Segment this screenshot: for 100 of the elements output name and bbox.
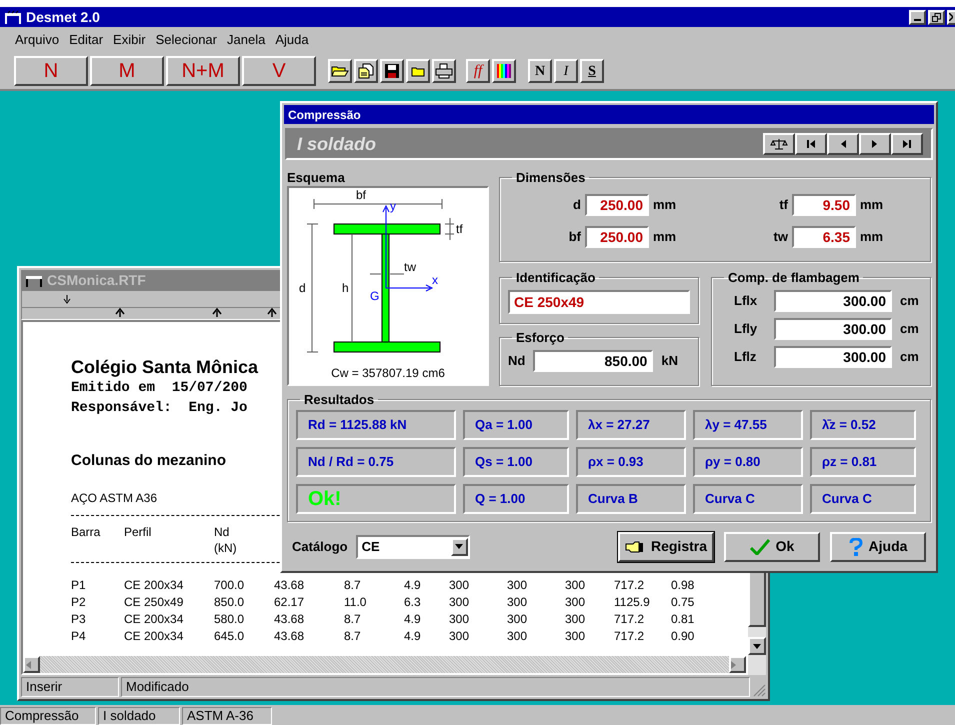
document-heading: Colégio Santa Mônica <box>71 356 258 378</box>
table-cell-text: 4.9 <box>404 610 422 628</box>
dialog-button[interactable]: Registra <box>618 532 714 562</box>
unit-label: mm <box>860 196 884 214</box>
font-button[interactable]: ff <box>466 59 490 83</box>
dimension-label: d <box>573 196 581 214</box>
menu-item[interactable]: Ajuda <box>275 30 309 50</box>
mode-button[interactable]: N+M <box>166 56 240 86</box>
result-value: Qs = 1.00 <box>463 446 569 476</box>
profile-name: I soldado <box>297 132 376 156</box>
table-cell-text: 43.68 <box>274 610 306 628</box>
left-arrow-icon <box>25 660 31 668</box>
status-panel: Inserir <box>21 677 119 697</box>
value-field[interactable]: 300.00 <box>774 346 892 368</box>
value-field[interactable]: 300.00 <box>774 318 892 340</box>
table-cell-text: 43.68 <box>274 628 306 644</box>
group-title: Resultados <box>303 391 376 409</box>
table-cell-text: 8.7 <box>344 610 362 628</box>
effort-label: Nd <box>508 352 526 370</box>
status-panel: I soldado <box>98 707 180 725</box>
value-field[interactable]: 6.35 <box>792 226 856 248</box>
column-header: Barra <box>71 524 101 540</box>
table-cell-text: 300 <box>565 628 586 644</box>
mode-button[interactable]: V <box>242 56 316 86</box>
table-cell-text: 0.98 <box>671 576 696 594</box>
navigation-button[interactable] <box>795 133 827 155</box>
scroll-left-button[interactable] <box>23 656 40 673</box>
table-cell-text: CE 200x34 <box>124 628 184 644</box>
result-value: λ̄z = 0.52 <box>810 410 916 440</box>
table-cell-text: 300 <box>565 610 586 628</box>
menu-item[interactable]: Janela <box>227 30 266 50</box>
table-cell-text: 300 <box>507 576 528 594</box>
identification-field[interactable]: CE 250x49 <box>508 290 690 314</box>
restore-button[interactable] <box>928 10 945 24</box>
navigation-button[interactable] <box>827 133 859 155</box>
value-field[interactable]: 300.00 <box>774 290 892 312</box>
navigation-button[interactable] <box>859 133 891 155</box>
scroll-right-button[interactable] <box>729 656 746 673</box>
navigation-button[interactable] <box>763 133 795 155</box>
value-field[interactable]: 9.50 <box>792 194 856 216</box>
horizontal-scrollbar[interactable] <box>23 656 746 673</box>
toolbar-button[interactable] <box>328 59 352 83</box>
result-value: Qa = 1.00 <box>463 410 569 440</box>
result-value: Rd = 1125.88 kN <box>296 410 456 440</box>
result-value: ρz = 0.81 <box>810 446 916 476</box>
table-cell-text: 300 <box>507 594 528 610</box>
result-value: Q = 1.00 <box>463 484 569 514</box>
pointing-hand-icon <box>624 540 645 554</box>
save-icon <box>383 63 401 79</box>
toolbar-button[interactable] <box>406 59 430 83</box>
menu-item[interactable]: Selecionar <box>156 30 217 50</box>
table-cell-text: 717.2 <box>614 628 646 644</box>
table-cell-text: 8.7 <box>344 628 362 644</box>
mode-button[interactable]: M <box>90 56 164 86</box>
format-button[interactable]: S <box>580 59 604 83</box>
unit-label: cm <box>900 320 919 338</box>
dimension-label: bf <box>568 228 581 246</box>
down-arrow-icon <box>753 644 761 648</box>
close-button[interactable] <box>947 10 955 24</box>
table-cell-text: 300 <box>449 576 470 594</box>
first-icon <box>805 138 817 150</box>
table-cell-text: 0.90 <box>671 628 696 644</box>
result-value: ρy = 0.80 <box>693 446 803 476</box>
scroll-down-button[interactable] <box>748 637 766 655</box>
table-cell-text: P4 <box>71 628 87 644</box>
group-title: Esforço <box>515 329 566 347</box>
format-button[interactable]: I <box>554 59 578 83</box>
menu-item[interactable]: Editar <box>69 30 104 50</box>
value-field[interactable]: 250.00 <box>585 194 649 216</box>
toolbar-button[interactable] <box>380 59 404 83</box>
table-cell-text: 11.0 <box>344 594 368 610</box>
format-button[interactable]: N <box>528 59 552 83</box>
table-cell-text: 580.0 <box>214 610 246 628</box>
menu-item[interactable]: Exibir <box>113 30 146 50</box>
catalog-select[interactable]: CE <box>356 534 470 558</box>
value-field[interactable]: 850.00 <box>533 350 654 372</box>
unit-label: mm <box>860 228 884 246</box>
documents-icon <box>357 63 375 79</box>
dropdown-button[interactable] <box>450 538 468 556</box>
restore-icon <box>932 12 941 22</box>
minimize-icon <box>914 18 921 20</box>
navigation-button[interactable] <box>891 133 923 155</box>
toolbar-button[interactable] <box>354 59 378 83</box>
table-cell-text: 300 <box>449 628 470 644</box>
dialog-button[interactable]: Ok <box>724 532 820 562</box>
toolbar-button[interactable] <box>432 59 456 83</box>
minimize-button[interactable] <box>909 10 926 24</box>
table-cell-text: P1 <box>71 576 87 594</box>
status-panel: ASTM A-36 <box>182 707 272 725</box>
menu-item[interactable]: Arquivo <box>15 30 60 50</box>
color-bars-icon <box>495 63 513 79</box>
table-cell-text: 850.0 <box>214 594 246 610</box>
unit-label: cm <box>900 292 919 310</box>
dialog-button[interactable]: Ajuda <box>830 532 926 562</box>
value-field[interactable]: 250.00 <box>585 226 649 248</box>
scroll-thumb[interactable] <box>748 571 766 627</box>
toolbar-button[interactable] <box>492 59 516 83</box>
table-cell-text: 300 <box>507 610 528 628</box>
mode-button[interactable]: N <box>14 56 88 86</box>
table-cell-text: 300 <box>449 610 470 628</box>
